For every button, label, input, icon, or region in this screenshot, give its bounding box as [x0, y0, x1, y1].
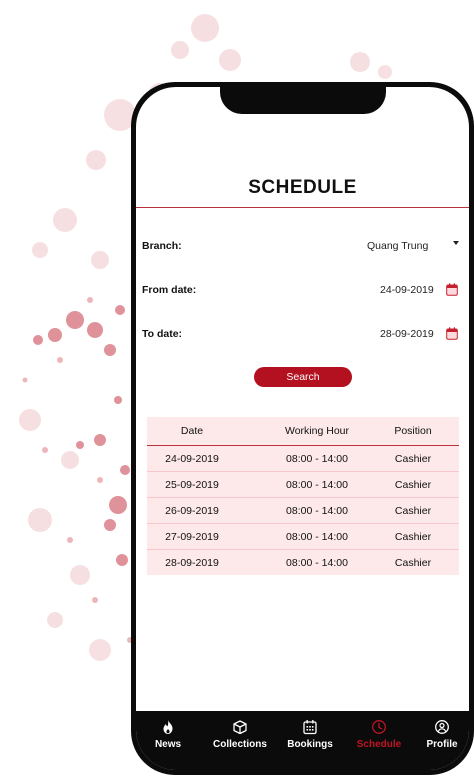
- stage: SCHEDULE Branch: Quang Trung From date: …: [0, 0, 474, 780]
- tab-collections[interactable]: Collections: [205, 711, 275, 770]
- phone-notch: [220, 87, 386, 114]
- tab-label: News: [154, 739, 182, 750]
- table-row: 25-09-2019 08:00 - 14:00 Cashier: [147, 472, 459, 498]
- column-header-working-hour: Working Hour: [285, 425, 349, 437]
- cell-working-hour: 08:00 - 14:00: [286, 530, 348, 543]
- cell-position: Cashier: [394, 556, 432, 569]
- cell-position: Cashier: [394, 530, 432, 543]
- from-date-label: From date:: [142, 284, 197, 296]
- cell-date: 24-09-2019: [165, 452, 219, 465]
- tab-label: Bookings: [287, 739, 333, 750]
- cell-position: Cashier: [394, 452, 432, 465]
- tab-label: Profile: [426, 739, 458, 750]
- cell-working-hour: 08:00 - 14:00: [286, 556, 348, 569]
- to-date-field[interactable]: 28-09-2019: [380, 328, 434, 340]
- cell-date: 26-09-2019: [165, 504, 219, 517]
- tab-news[interactable]: News: [148, 711, 188, 770]
- tab-profile[interactable]: Profile: [422, 711, 462, 770]
- table-row: 26-09-2019 08:00 - 14:00 Cashier: [147, 498, 459, 524]
- app-screen: SCHEDULE Branch: Quang Trung From date: …: [136, 87, 469, 770]
- table-header: Date Working Hour Position: [147, 417, 459, 446]
- search-button[interactable]: Search: [254, 367, 352, 387]
- branch-select[interactable]: Quang Trung: [367, 240, 428, 252]
- schedule-table: Date Working Hour Position 24-09-2019 08…: [147, 417, 459, 575]
- cell-date: 25-09-2019: [165, 478, 219, 491]
- tab-label: Schedule: [356, 739, 402, 750]
- bottom-tab-bar: News Collections Bookings Schedule Profi…: [136, 711, 469, 770]
- clock-icon: [372, 720, 386, 734]
- box-icon: [233, 720, 247, 735]
- tab-label: Collections: [213, 739, 267, 750]
- cell-position: Cashier: [394, 504, 432, 517]
- from-date-field[interactable]: 24-09-2019: [380, 284, 434, 296]
- branch-label: Branch:: [142, 240, 182, 252]
- title-divider: [136, 207, 469, 208]
- cell-working-hour: 08:00 - 14:00: [286, 452, 348, 465]
- column-header-date: Date: [180, 425, 204, 437]
- calendar-icon[interactable]: [446, 283, 458, 296]
- to-date-label: To date:: [142, 328, 183, 340]
- page-title: SCHEDULE: [248, 177, 357, 198]
- tab-bookings[interactable]: Bookings: [282, 711, 338, 770]
- cell-working-hour: 08:00 - 14:00: [286, 504, 348, 517]
- tab-schedule[interactable]: Schedule: [352, 711, 406, 770]
- table-row: 24-09-2019 08:00 - 14:00 Cashier: [147, 446, 459, 472]
- flame-icon: [163, 720, 173, 734]
- cell-working-hour: 08:00 - 14:00: [286, 478, 348, 491]
- table-row: 28-09-2019 08:00 - 14:00 Cashier: [147, 550, 459, 575]
- calendar-grid-icon: [303, 720, 317, 735]
- user-icon: [435, 720, 449, 734]
- chevron-down-icon[interactable]: [453, 241, 459, 245]
- table-row: 27-09-2019 08:00 - 14:00 Cashier: [147, 524, 459, 550]
- cell-date: 28-09-2019: [165, 556, 219, 569]
- cell-date: 27-09-2019: [165, 530, 219, 543]
- calendar-icon[interactable]: [446, 327, 458, 340]
- cell-position: Cashier: [394, 478, 432, 491]
- phone-frame: SCHEDULE Branch: Quang Trung From date: …: [131, 82, 474, 775]
- column-header-position: Position: [394, 425, 432, 437]
